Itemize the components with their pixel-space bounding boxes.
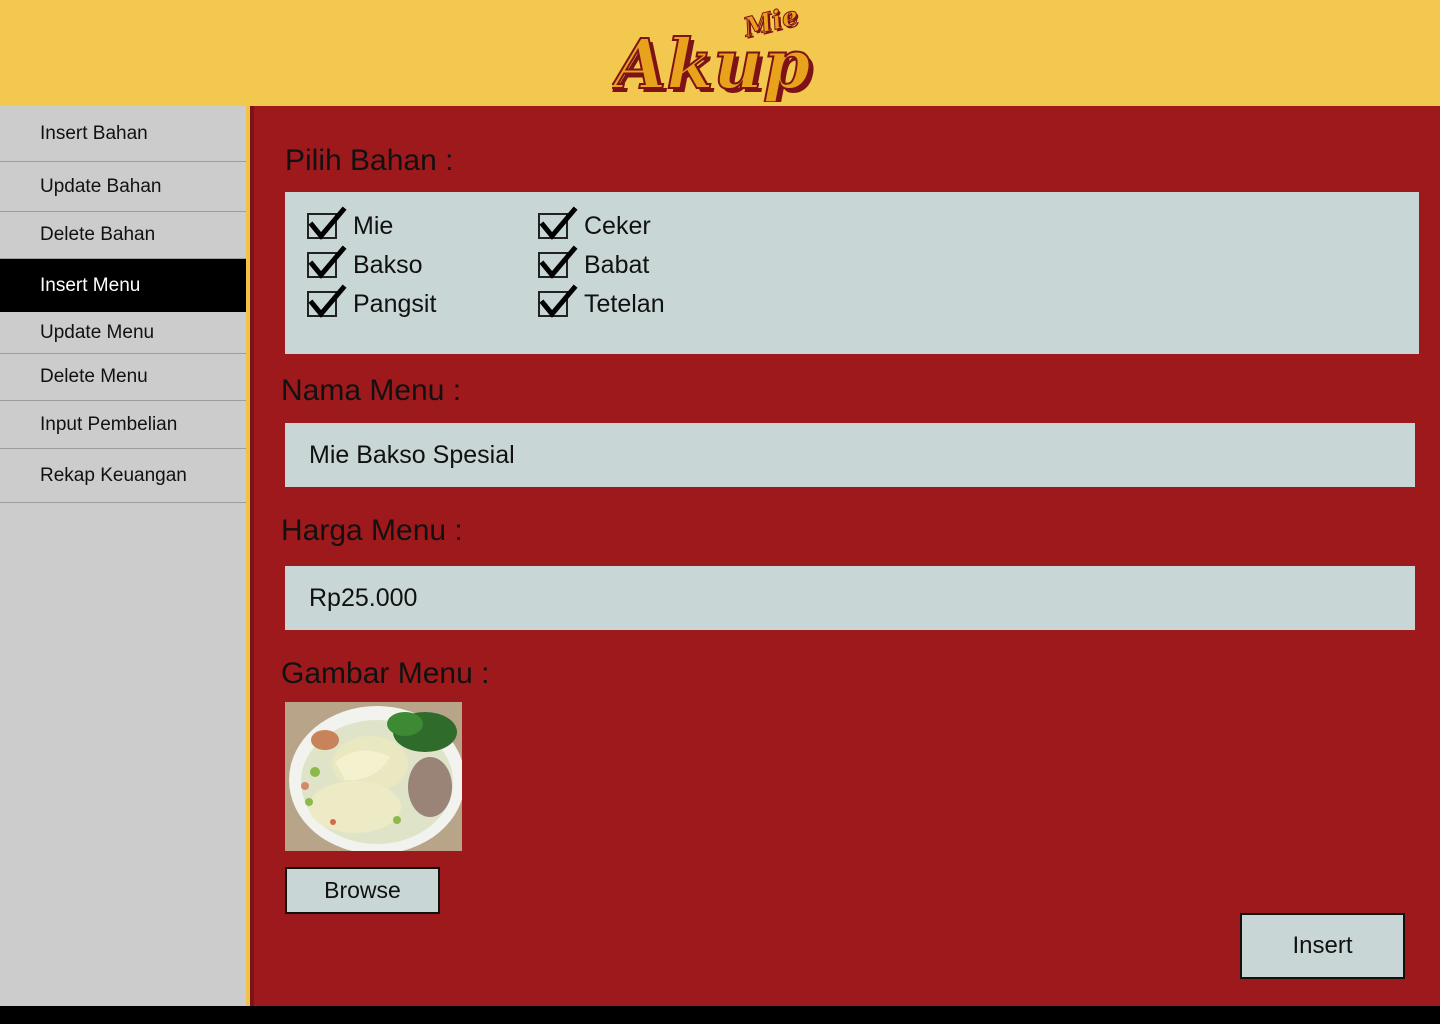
sidebar-nav: Insert Bahan Update Bahan Delete Bahan I… [0,106,246,1006]
nama-menu-label: Nama Menu : [281,374,462,407]
checkbox-checked-icon[interactable] [538,284,578,318]
gambar-menu-label: Gambar Menu : [281,657,490,690]
harga-menu-label: Harga Menu : [281,514,463,547]
sidebar-item-insert-menu[interactable]: Insert Menu [0,259,246,312]
sidebar-item-label: Insert Bahan [40,122,148,144]
checkbox-checked-icon[interactable] [307,284,347,318]
insert-button[interactable]: Insert [1240,913,1405,979]
sidebar-item-insert-bahan[interactable]: Insert Bahan [0,106,246,162]
mie-akup-logo: Mie Mie Akup Akup [607,1,832,109]
checkbox-checked-icon[interactable] [307,206,347,240]
checkbox-checked-icon[interactable] [538,206,578,240]
checkbox-ceker[interactable]: Ceker [538,206,651,243]
checkbox-pangsit[interactable]: Pangsit [307,284,437,321]
sidebar-item-delete-menu[interactable]: Delete Menu [0,354,246,401]
svg-text:Akup: Akup [612,25,810,102]
main-content: Pilih Bahan : Mie Bakso Pangsit Ceker Ba… [254,106,1440,1006]
bottom-bar [0,1006,1440,1024]
sidebar-item-label: Delete Bahan [40,224,156,245]
sidebar-item-input-pembelian[interactable]: Input Pembelian [0,401,246,449]
bahan-checklist-panel: Mie Bakso Pangsit Ceker Babat Tetelan [285,192,1419,354]
sidebar-item-update-menu[interactable]: Update Menu [0,312,246,354]
checkbox-checked-icon[interactable] [538,245,578,279]
sidebar-item-rekap-keuangan[interactable]: Rekap Keuangan [0,449,246,503]
checkbox-mie[interactable]: Mie [307,206,394,243]
checkbox-label: Tetelan [584,289,665,318]
sidebar-item-label: Rekap Keuangan [40,464,187,486]
checkbox-label: Babat [584,250,650,279]
top-header: Mie Mie Akup Akup [0,0,1440,109]
sidebar-item-delete-bahan[interactable]: Delete Bahan [0,212,246,259]
menu-image-preview [285,702,462,851]
sidebar-item-label: Update Menu [40,321,155,343]
checkbox-label: Bakso [353,250,423,279]
sidebar-item-label: Delete Menu [40,366,148,387]
sidebar-item-update-bahan[interactable]: Update Bahan [0,162,246,212]
nama-menu-input[interactable] [285,423,1415,487]
checkbox-label: Pangsit [353,289,437,318]
checkbox-bakso[interactable]: Bakso [307,245,423,282]
checkbox-label: Mie [353,211,394,240]
browse-button[interactable]: Browse [285,867,440,914]
checkbox-checked-icon[interactable] [307,245,347,279]
sidebar-item-label: Insert Menu [40,274,141,296]
sidebar-item-label: Input Pembelian [40,413,178,435]
checkbox-tetelan[interactable]: Tetelan [538,284,665,321]
checkbox-label: Ceker [584,211,651,240]
sidebar-item-label: Update Bahan [40,175,162,197]
harga-menu-input[interactable] [285,566,1415,630]
pilih-bahan-label: Pilih Bahan : [285,144,454,177]
checkbox-babat[interactable]: Babat [538,245,650,282]
